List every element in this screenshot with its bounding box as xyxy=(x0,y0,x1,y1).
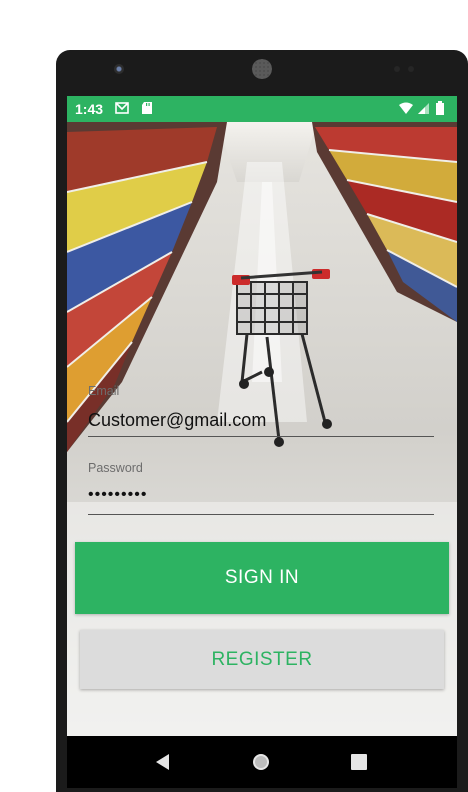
recents-icon[interactable] xyxy=(347,750,371,774)
password-underline xyxy=(88,514,434,515)
password-field[interactable]: ••••••••• xyxy=(88,486,147,504)
login-form: Email Customer@gmail.com Password ••••••… xyxy=(67,122,457,736)
navigation-bar xyxy=(67,736,457,788)
sign-in-button[interactable]: SIGN IN xyxy=(75,542,449,614)
back-icon[interactable] xyxy=(151,750,175,774)
status-bar: 1:43 xyxy=(67,96,457,122)
gmail-icon xyxy=(115,102,129,114)
front-camera xyxy=(114,64,124,74)
status-time: 1:43 xyxy=(75,101,104,117)
app-screen: 1:43 Email Customer@gmail.com Password •… xyxy=(67,96,457,736)
earpiece-speaker xyxy=(252,59,272,79)
wifi-icon xyxy=(399,102,413,114)
battery-icon xyxy=(436,101,444,115)
email-field[interactable]: Customer@gmail.com xyxy=(88,410,266,431)
home-icon[interactable] xyxy=(249,750,273,774)
email-underline xyxy=(88,436,434,437)
password-label: Password xyxy=(88,461,143,475)
proximity-sensor xyxy=(394,66,400,72)
light-sensor xyxy=(408,66,414,72)
sd-card-icon xyxy=(142,102,152,114)
email-label: Email xyxy=(88,384,120,398)
register-button[interactable]: REGISTER xyxy=(80,630,444,689)
signal-icon xyxy=(418,103,429,114)
